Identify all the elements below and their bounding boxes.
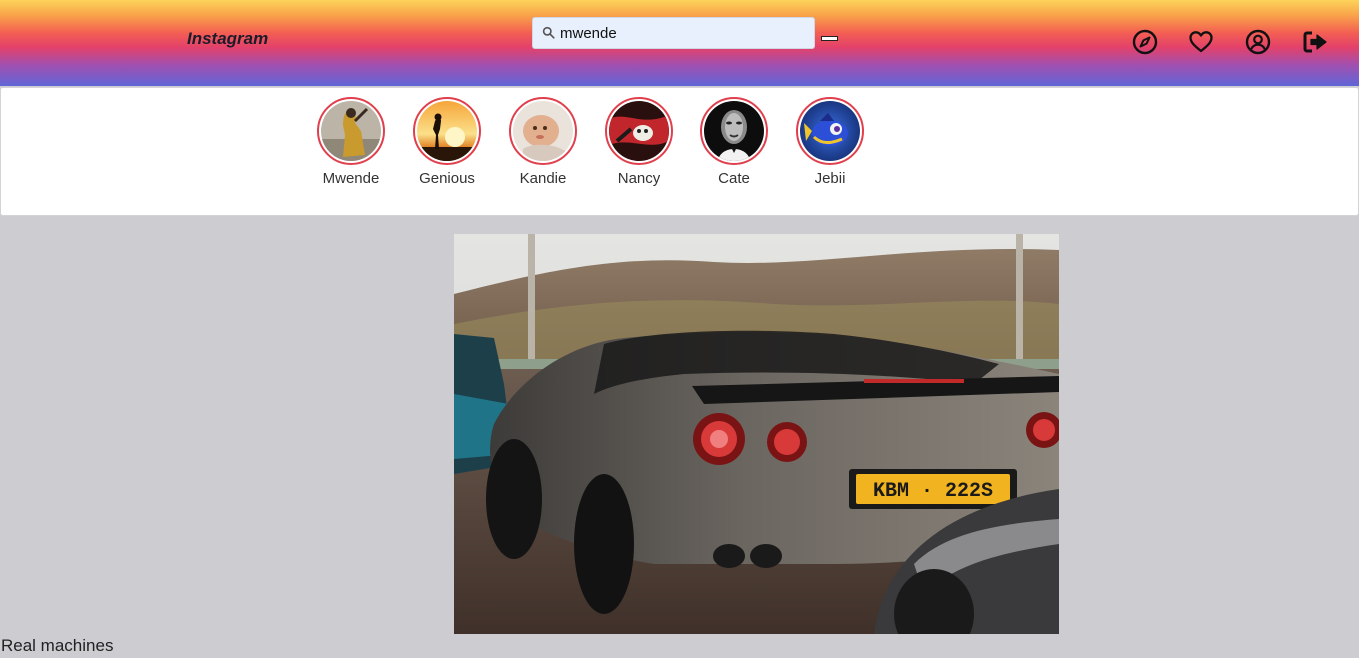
story-item[interactable]: Nancy	[594, 97, 684, 187]
story-label: Cate	[718, 170, 750, 187]
story-label: Kandie	[519, 170, 567, 187]
story-avatar-image	[513, 101, 573, 161]
story-avatar[interactable]	[413, 97, 481, 165]
story-avatar-image	[704, 101, 764, 161]
user-circle-icon[interactable]	[1245, 29, 1271, 55]
search-box[interactable]	[532, 17, 815, 49]
story-item[interactable]: Jebii	[785, 97, 875, 187]
story-avatar-image	[417, 101, 477, 161]
story-avatar[interactable]	[796, 97, 864, 165]
clear-search-button[interactable]	[821, 36, 838, 41]
story-item[interactable]: Genious	[402, 97, 492, 187]
story-avatar[interactable]	[700, 97, 768, 165]
heart-icon[interactable]	[1188, 29, 1214, 55]
story-avatar-image	[800, 101, 860, 161]
story-avatar[interactable]	[509, 97, 577, 165]
story-item[interactable]: Cate	[689, 97, 779, 187]
search-icon	[542, 26, 555, 39]
story-label: Mwende	[322, 170, 380, 187]
sports-car-photo: KBM · 222S	[454, 234, 1059, 634]
story-avatar[interactable]	[605, 97, 673, 165]
sign-out-icon[interactable]	[1302, 29, 1328, 55]
story-item[interactable]: Mwende	[306, 97, 396, 187]
post-image[interactable]: KBM · 222S	[454, 234, 1059, 634]
story-item[interactable]: Kandie	[498, 97, 588, 187]
story-avatar[interactable]	[317, 97, 385, 165]
story-avatar-image	[321, 101, 381, 161]
story-label: Jebii	[814, 170, 846, 187]
post-caption: Real machines	[1, 636, 114, 655]
story-label: Genious	[419, 170, 475, 187]
top-navbar: Instagram	[0, 0, 1359, 86]
story-label: Nancy	[617, 170, 661, 187]
brand-logo[interactable]: Instagram	[187, 29, 268, 49]
compass-icon[interactable]	[1132, 29, 1158, 55]
story-avatar-image	[609, 101, 669, 161]
stories-bar: Mwende Genious Kandie Nancy Cate Jebii	[0, 87, 1359, 216]
license-plate: KBM · 222S	[873, 480, 993, 503]
search-input[interactable]	[560, 22, 810, 44]
